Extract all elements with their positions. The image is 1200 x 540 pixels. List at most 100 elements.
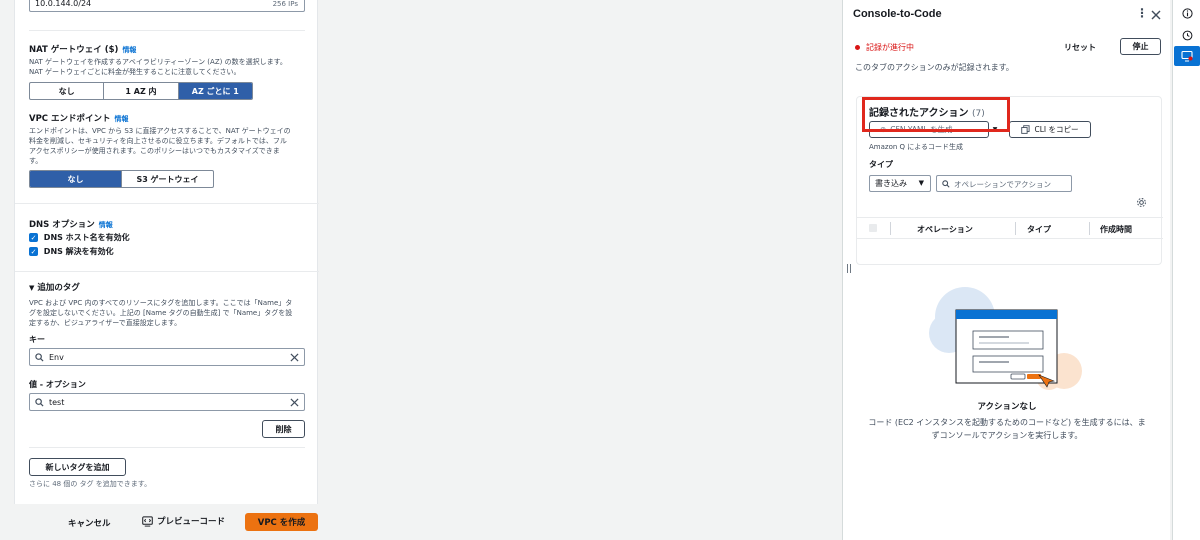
nat-description-2: NAT ゲートウェイごとに料金が発生することに注意してください。 — [29, 68, 241, 76]
panel-title: Console-to-Code — [853, 8, 942, 20]
divider — [29, 447, 305, 448]
type-filter-select[interactable]: 書き込み ▼ — [869, 175, 931, 192]
divider — [15, 271, 319, 272]
caret-down-icon: ▼ — [29, 284, 35, 292]
tag-key-input[interactable]: Env — [29, 348, 305, 366]
checkbox-checked-icon[interactable]: ✓ — [29, 233, 38, 242]
tags-expander[interactable]: ▼ 追加のタグ — [29, 281, 80, 293]
vpce-segmented-control: なし S3 ゲートウェイ — [29, 170, 214, 188]
info-icon — [1181, 7, 1193, 19]
dns-label-row: DNS オプション 情報 — [29, 218, 113, 230]
dns-info-link[interactable]: 情報 — [99, 221, 113, 229]
more-options-icon[interactable]: ⋮ — [1136, 6, 1148, 20]
highlight-box — [862, 97, 1010, 132]
nat-option-1az[interactable]: 1 AZ 内 — [104, 83, 179, 99]
recorded-actions-card: 記録されたアクション (7) ⊕ CFN YAML を生成 ▼ CLI をコピー… — [856, 96, 1163, 265]
subnet-cidr-field[interactable]: 10.0.144.0/24 256 IPs — [29, 0, 305, 12]
vpce-description-1: エンドポイントは、VPC から S3 に直接アクセスすることで、NAT ゲートウ… — [29, 127, 291, 135]
vpce-info-link[interactable]: 情報 — [115, 115, 129, 123]
empty-state-desc-2: ずコンソールでアクションを実行します。 — [931, 431, 1083, 440]
tag-value-input[interactable]: test — [29, 393, 305, 411]
type-filter-label: タイプ — [869, 160, 893, 169]
remove-tag-button[interactable]: 削除 — [262, 420, 305, 438]
column-created-time[interactable]: 作成時間 — [1100, 224, 1132, 235]
nat-gateway-segmented-control: なし 1 AZ 内 AZ ごとに 1 — [29, 82, 253, 100]
copy-cli-label: CLI をコピー — [1034, 125, 1079, 134]
clear-icon[interactable] — [290, 353, 299, 362]
nat-gateway-label: NAT ゲートウェイ ($) — [29, 45, 119, 55]
reset-button[interactable]: リセット — [1064, 42, 1096, 53]
stop-button[interactable]: 停止 — [1120, 38, 1161, 55]
nat-info-link[interactable]: 情報 — [122, 46, 136, 54]
tag-key-label: キー — [29, 335, 45, 344]
console-to-code-icon — [1181, 50, 1193, 62]
vpce-description-3: アクセスポリシーが使用されます。このポリシーはいつでもカスタマイズできま — [29, 147, 280, 155]
tag-value-value: test — [49, 398, 65, 407]
close-icon[interactable] — [1151, 10, 1161, 20]
console-to-code-button[interactable] — [1174, 46, 1200, 66]
select-all-checkbox[interactable] — [869, 224, 877, 232]
tags-remaining-text: さらに 48 個の タグ を追加できます。 — [29, 480, 152, 488]
column-separator — [890, 222, 891, 235]
type-filter-value: 書き込み — [875, 179, 907, 188]
console-to-code-panel: Console-to-Code ⋮ 記録が進行中 リセット 停止 このタブのアク… — [842, 0, 1170, 540]
empty-state-desc-1: コード (EC2 インスタンスを起動するためのコードなど) を生成するには、ま — [868, 418, 1146, 427]
resize-handle-icon[interactable]: || — [846, 264, 852, 274]
column-separator — [1015, 222, 1016, 235]
feedback-panel-button[interactable] — [1176, 25, 1198, 45]
clear-icon[interactable] — [290, 398, 299, 407]
amazon-q-text: Amazon Q によるコード生成 — [869, 143, 964, 151]
vpce-description-2: 料金を削減し、セキュリティを向上させるのに役立ちます。デフォルトでは、フル — [29, 137, 287, 145]
cancel-button[interactable]: キャンセル — [68, 517, 111, 529]
subnet-cidr-value: 10.0.144.0/24 — [35, 0, 92, 8]
dns-hostnames-label: DNS ホスト名を有効化 — [43, 233, 130, 242]
chevron-down-icon: ▼ — [918, 179, 924, 187]
dns-label: DNS オプション — [29, 220, 95, 230]
nat-gateway-label-row: NAT ゲートウェイ ($) 情報 — [29, 43, 136, 55]
tag-key-value: Env — [49, 353, 64, 362]
search-icon — [35, 398, 44, 407]
history-icon — [1182, 30, 1192, 40]
preview-code-button[interactable]: プレビューコード — [142, 515, 225, 527]
vpce-label-row: VPC エンドポイント 情報 — [29, 112, 129, 124]
nat-option-per-az[interactable]: AZ ごとに 1 — [178, 83, 252, 99]
operation-search-input[interactable]: オペレーションでアクション — [936, 175, 1072, 192]
add-new-tag-button[interactable]: 新しいタグを追加 — [29, 458, 126, 476]
nat-description-1: NAT ゲートウェイを作成するアベイラビリティーゾーン (AZ) の数を選択しま… — [29, 58, 287, 66]
column-operation[interactable]: オペレーション — [917, 224, 973, 235]
vpce-label: VPC エンドポイント — [29, 114, 111, 124]
tags-description-1: VPC および VPC 内のすべてのリソースにタグを追加します。ここでは「Nam… — [29, 299, 293, 307]
vpce-option-s3[interactable]: S3 ゲートウェイ — [122, 171, 213, 187]
column-type[interactable]: タイプ — [1027, 224, 1051, 235]
operation-search-placeholder: オペレーションでアクション — [954, 180, 1051, 189]
dns-resolution-label: DNS 解決を有効化 — [43, 247, 114, 256]
gear-icon[interactable] — [1136, 197, 1147, 208]
tags-description-3: 定するか、ビジュアライザーで直接設定します。 — [29, 319, 182, 327]
dns-hostnames-option[interactable]: ✓ DNS ホスト名を有効化 — [29, 232, 130, 243]
vpc-settings-card: 10.0.144.0/24 256 IPs NAT ゲートウェイ ($) 情報 N… — [14, 0, 319, 504]
preview-code-label: プレビューコード — [157, 517, 226, 527]
column-separator — [1089, 222, 1090, 235]
tags-description-2: グを設定しないでください。上記の [Name タグの自動生成] で「Name」タ… — [29, 309, 293, 317]
empty-state-illustration — [929, 287, 1082, 390]
divider — [15, 203, 319, 204]
copy-cli-button[interactable]: CLI をコピー — [1009, 121, 1091, 138]
create-vpc-button[interactable]: VPC を作成 — [245, 513, 318, 531]
empty-state-title: アクションなし — [977, 402, 1037, 412]
vpce-option-none[interactable]: なし — [30, 171, 122, 187]
divider — [29, 30, 305, 31]
actions-table-header: オペレーション タイプ 作成時間 — [857, 217, 1163, 239]
tags-label: 追加のタグ — [37, 283, 80, 293]
recording-status: 記録が進行中 — [855, 42, 914, 53]
search-icon — [35, 353, 44, 362]
tag-value-label: 値 - オプション — [29, 380, 86, 389]
search-icon — [942, 180, 950, 188]
checkbox-checked-icon[interactable]: ✓ — [29, 247, 38, 256]
side-rail — [1172, 0, 1200, 540]
nat-option-none[interactable]: なし — [30, 83, 105, 99]
copy-icon — [1021, 125, 1031, 134]
dns-resolution-option[interactable]: ✓ DNS 解決を有効化 — [29, 246, 114, 257]
code-preview-icon — [142, 515, 153, 527]
info-panel-button[interactable] — [1176, 3, 1198, 23]
vpce-description-4: す。 — [29, 157, 43, 165]
